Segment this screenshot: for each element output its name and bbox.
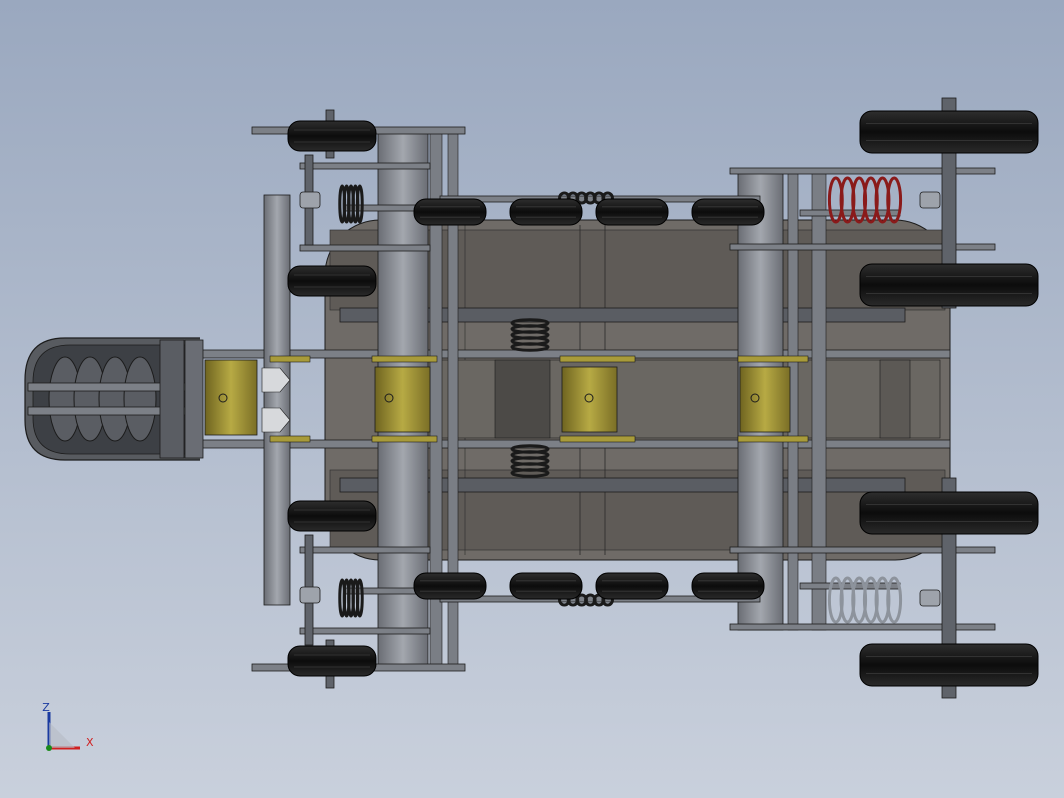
wheel	[691, 198, 765, 226]
wheel	[691, 572, 765, 600]
wheel	[595, 572, 669, 600]
pivot-boss	[299, 191, 321, 209]
wheel	[413, 572, 487, 600]
coil-spring	[827, 176, 903, 224]
wheel	[287, 120, 377, 152]
wheel	[859, 643, 1039, 687]
pivot-boss	[919, 191, 941, 209]
wheel	[595, 198, 669, 226]
wheel	[509, 572, 583, 600]
wheel	[859, 491, 1039, 535]
pivot-boss	[299, 586, 321, 604]
z-axis-label: Z	[42, 701, 50, 714]
wheel	[859, 263, 1039, 307]
cad-model-view[interactable]: Z X	[0, 0, 1064, 798]
wheel	[287, 265, 377, 297]
cad-viewport[interactable]: Z X	[0, 0, 1064, 798]
wheel	[859, 110, 1039, 154]
wheel	[287, 500, 377, 532]
pivot-boss	[919, 589, 941, 607]
front-cage	[24, 337, 204, 461]
coil-spring	[827, 576, 903, 624]
wheel	[287, 645, 377, 677]
x-axis-label: X	[86, 736, 94, 749]
wheel	[413, 198, 487, 226]
wheel	[509, 198, 583, 226]
